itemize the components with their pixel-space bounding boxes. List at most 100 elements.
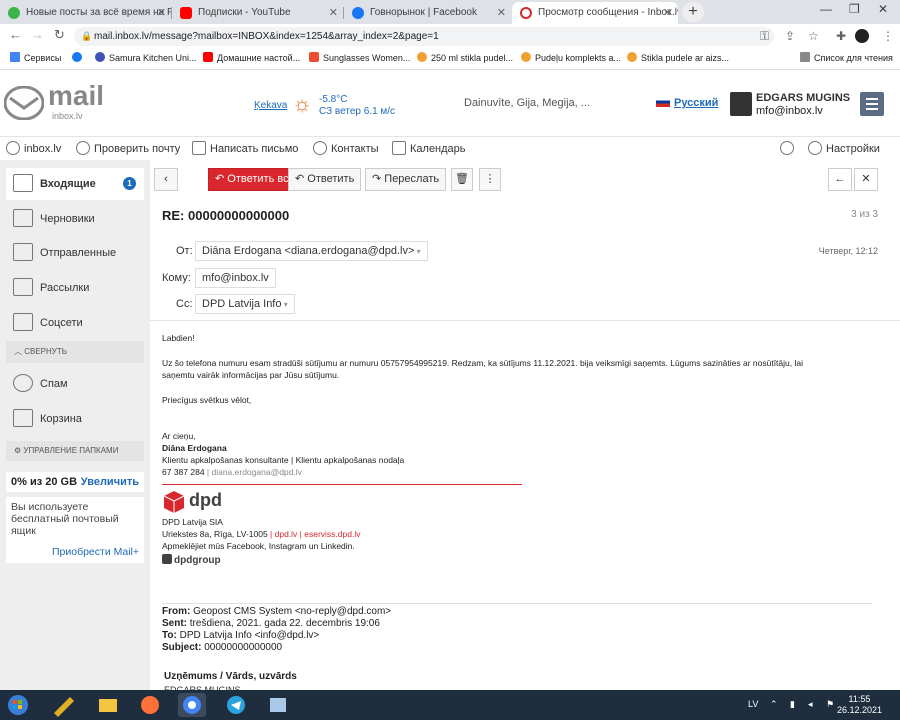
forward-icon[interactable]: → (31, 27, 44, 42)
minimize-icon[interactable]: — (820, 2, 832, 16)
key-icon[interactable]: ⚿ (760, 29, 769, 44)
url-field[interactable]: 🔒 mail.inbox.lv/message?mailbox=INBOX&ind… (74, 27, 774, 46)
browser-tab[interactable]: Подписки - YouTube ✕ (172, 2, 344, 24)
settings-button[interactable]: Настройки (808, 141, 880, 155)
logo-text: mail (48, 80, 105, 111)
hamburger-menu-icon[interactable] (860, 92, 884, 116)
buy-mail-plus-link[interactable]: Приобрести Mail+ (52, 546, 139, 558)
weather-city: Ķekava (254, 100, 288, 111)
to-chip[interactable]: mfo@inbox.lv (195, 268, 276, 288)
extensions-icon[interactable]: ✚ (836, 29, 846, 43)
bookmark-item[interactable] (72, 52, 86, 63)
user-menu[interactable]: EDGARS MUGINS mfo@inbox.lv (730, 92, 850, 118)
newsletters-icon (13, 278, 33, 296)
close-tab-icon[interactable]: ✕ (663, 2, 672, 24)
bookmark-item[interactable]: Samura Kitchen Uni... (95, 52, 197, 63)
facebook-icon (352, 7, 364, 19)
compose-button[interactable]: Написать письмо (192, 141, 298, 155)
bookmark-item[interactable]: Stikla pudele ar aizs... (627, 52, 729, 63)
firefox-icon[interactable] (136, 693, 164, 717)
forward-button[interactable]: ↷ Переслать (365, 168, 447, 191)
back-icon[interactable]: ← (9, 27, 22, 42)
sidebar-item-newsletters[interactable]: Рассылки (6, 272, 144, 304)
menu-icon[interactable]: ⋮ (882, 29, 894, 43)
namedays[interactable]: Dainuvīte, Gija, Megija, ... (464, 97, 590, 109)
app-pinned-icon[interactable] (50, 693, 78, 717)
bookmark-item[interactable]: Домашние настой... (203, 52, 300, 63)
sidebar-item-social[interactable]: Соцсети (6, 307, 144, 339)
manage-folders-button[interactable]: ⚙ УПРАВЛЕНИЕ ПАПКАМИ (6, 441, 144, 461)
browser-tab-active[interactable]: Просмотр сообщения - Inbox.lv ✕ (512, 2, 678, 24)
fwd-subject-value: 00000000000000 (204, 642, 283, 653)
new-tab-button[interactable]: + (682, 2, 704, 22)
bookmark-item[interactable]: Pudeļu komplekts a... (521, 52, 621, 63)
maximize-icon[interactable]: ❐ (849, 2, 860, 16)
dpd-link[interactable]: dpd.lv (275, 529, 298, 539)
eserviss-link[interactable]: eserviss.dpd.lv (304, 529, 360, 539)
close-tab-icon[interactable]: ✕ (497, 2, 506, 24)
mail-logo[interactable]: mail inbox.lv (3, 80, 104, 123)
keyboard-language[interactable]: LV (748, 699, 758, 709)
network-icon[interactable]: ▮ (790, 699, 795, 710)
signature-email[interactable]: diana.erdogana@dpd.lv (211, 467, 301, 477)
browser-tab[interactable]: Говнорынок | Facebook ✕ (344, 2, 512, 24)
youtube-icon (180, 7, 192, 19)
sidebar-item-trash[interactable]: Корзина (6, 403, 144, 435)
delete-button[interactable]: 🗑 (451, 168, 473, 191)
cc-chip[interactable]: DPD Latvija Info ▾ (195, 294, 295, 314)
clock[interactable]: 11:55 26.12.2021 (837, 694, 882, 716)
reply-button[interactable]: ↶ Ответить (288, 168, 362, 191)
flag-icon[interactable]: ⚑ (826, 699, 834, 710)
collapse-label: СВЕРНУТЬ (24, 347, 68, 356)
manage-folders-label: УПРАВЛЕНИЕ ПАПКАМИ (23, 446, 119, 455)
search-button[interactable] (780, 141, 798, 155)
profile-avatar[interactable] (855, 29, 869, 43)
more-button[interactable]: ⋮ (479, 168, 501, 191)
reading-list[interactable]: Список для чтения (800, 52, 893, 63)
check-mail-button[interactable]: Проверить почту (76, 141, 180, 155)
bookmark-item[interactable]: Сервисы (10, 52, 61, 63)
from-label: От: (176, 245, 193, 257)
close-tab-icon[interactable]: ✕ (157, 2, 166, 24)
file-explorer-icon[interactable] (94, 693, 122, 717)
browser-tab[interactable]: Новые посты за всё время на F ✕ (0, 2, 172, 24)
arrow-left-icon: ← (834, 173, 846, 185)
share-icon[interactable]: ⇪ (785, 29, 795, 43)
inbox-home-link[interactable]: inbox.lv (6, 141, 61, 155)
upgrade-link[interactable]: Увеличить (81, 472, 139, 492)
more-icon: ⋮ (484, 173, 496, 185)
inbox-home-label: inbox.lv (24, 143, 62, 155)
close-window-icon[interactable]: ✕ (878, 2, 888, 16)
dpd-logo-text: dpd (189, 490, 222, 510)
refresh-icon (76, 141, 90, 155)
close-message-button[interactable]: ✕ (854, 168, 878, 191)
contacts-button[interactable]: Контакты (313, 141, 379, 155)
chrome-icon[interactable] (178, 693, 206, 717)
start-icon[interactable] (4, 693, 32, 717)
promo-text: Вы используете бесплатный почтовый ящик (11, 501, 119, 537)
star-icon[interactable]: ☆ (808, 29, 819, 43)
language-selector[interactable]: Русский (656, 97, 718, 109)
contacts-label: Контакты (331, 143, 379, 155)
reload-icon[interactable]: ↻ (54, 27, 65, 43)
site-header: mail inbox.lv Ķekava ☼ -5.8°C СЗ ветер 6… (0, 70, 900, 134)
sidebar-item-sent[interactable]: Отправленные (6, 237, 144, 269)
close-tab-icon[interactable]: ✕ (329, 2, 338, 24)
chevron-up-icon[interactable]: ⌃ (770, 699, 778, 710)
volume-icon[interactable]: ◂ (808, 699, 813, 710)
bookmark-item[interactable]: 250 ml stikla pudel... (417, 52, 513, 63)
sidebar-item-inbox[interactable]: Входящие 1 (6, 168, 144, 200)
from-chip[interactable]: Diāna Erdogana <diana.erdogana@dpd.lv> ▾ (195, 241, 428, 261)
windows-taskbar: LV ⌃ ▮ ◂ ⚑ 11:55 26.12.2021 (0, 690, 900, 720)
sidebar-item-drafts[interactable]: Черновики (6, 203, 144, 235)
telegram-icon[interactable] (222, 693, 250, 717)
calendar-button[interactable]: Календарь (392, 141, 466, 155)
back-button[interactable]: ‹ (154, 168, 178, 191)
bookmark-item[interactable]: Sunglasses Women... (309, 52, 410, 63)
prev-message-button[interactable]: ← (828, 168, 852, 191)
photo-viewer-icon[interactable] (264, 693, 292, 717)
sidebar-item-spam[interactable]: Спам (6, 368, 144, 400)
fwd-from-label: From: (162, 606, 191, 617)
language-label: Русский (674, 97, 719, 109)
collapse-folders-button[interactable]: ︿ СВЕРНУТЬ (6, 341, 144, 363)
